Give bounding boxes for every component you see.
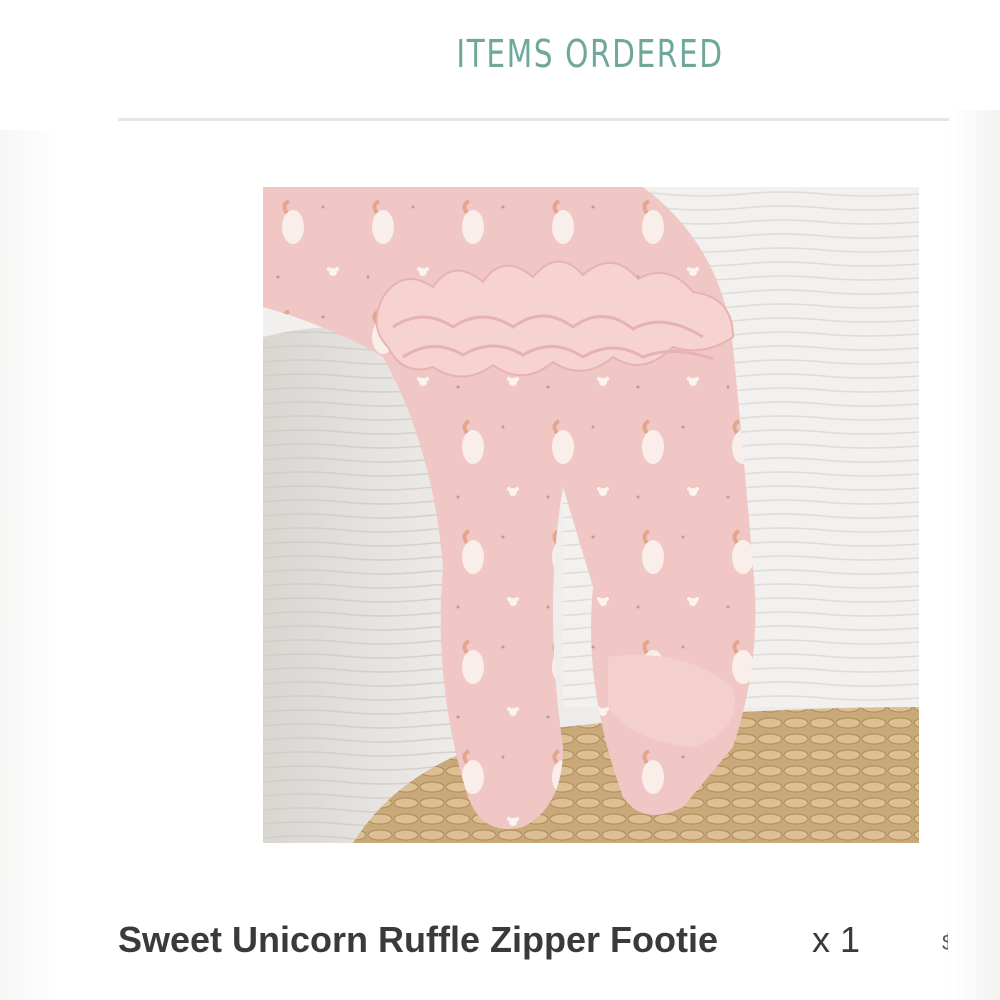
page-edge-shadow-right xyxy=(948,110,1000,1000)
clipped-price-edge: $ xyxy=(942,930,948,950)
product-image[interactable] xyxy=(263,187,919,843)
item-name[interactable]: Sweet Unicorn Ruffle Zipper Footie xyxy=(118,918,718,962)
item-quantity: x 1 xyxy=(812,919,861,960)
page-edge-shadow-left xyxy=(0,130,60,1000)
heading-divider xyxy=(118,118,949,121)
order-summary-page: ITEMS ORDERED Sweet Unicorn Ruffle Zippe… xyxy=(0,0,1000,1000)
items-ordered-heading: ITEMS ORDERED xyxy=(456,32,724,76)
